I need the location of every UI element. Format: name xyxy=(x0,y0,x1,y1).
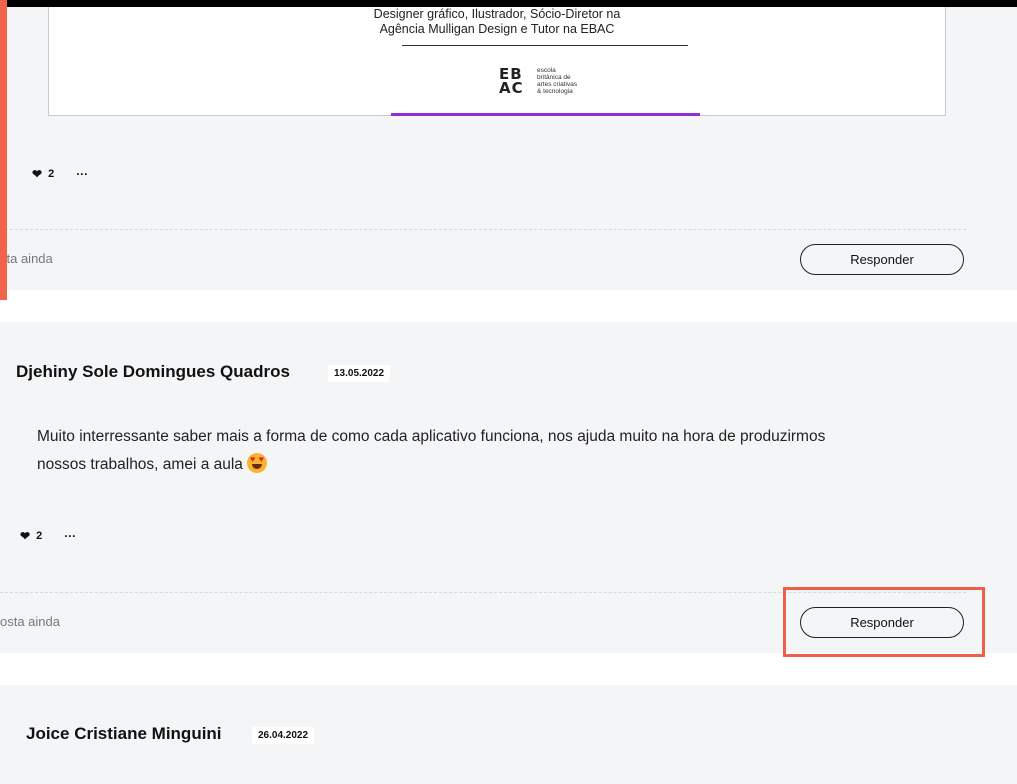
likes-count: 2 xyxy=(48,168,55,180)
reply-button[interactable]: Responder xyxy=(800,244,964,275)
ebac-logo: EB AC escola britânica de artes criativas… xyxy=(499,65,578,97)
heart-eyes-emoji xyxy=(246,453,267,473)
highlight-box xyxy=(783,587,985,657)
image-caption-line: Agência Mulligan Design e Tutor na EBAC xyxy=(379,22,615,36)
image-caption-line: Designer gráfico, Ilustrador, Sócio-Dire… xyxy=(373,7,621,21)
comment-author[interactable]: Joice Cristiane Minguini xyxy=(26,724,222,744)
top-bar xyxy=(0,0,1017,7)
comment-card: Designer gráfico, Ilustrador, Sócio-Dire… xyxy=(0,7,1017,290)
more-options-icon[interactable]: ··· xyxy=(64,529,76,543)
comment-text: Muito interressante saber mais a forma d… xyxy=(37,423,917,479)
heart-icon[interactable]: ❤ xyxy=(32,167,42,181)
likes-count: 2 xyxy=(36,530,43,542)
attached-image[interactable]: Designer gráfico, Ilustrador, Sócio-Dire… xyxy=(48,7,946,116)
likes-row: ❤ 2 ··· xyxy=(32,167,88,181)
no-replies-text: sta ainda xyxy=(0,251,53,266)
likes-row: ❤ 2 ··· xyxy=(20,529,76,543)
video-progress-bar[interactable] xyxy=(391,113,700,116)
heart-icon[interactable]: ❤ xyxy=(20,529,30,543)
accent-bar xyxy=(0,0,7,300)
image-divider xyxy=(402,45,688,46)
comment-date: 26.04.2022 xyxy=(252,727,315,744)
divider xyxy=(0,229,966,230)
comment-date: 13.05.2022 xyxy=(328,365,391,382)
comment-card: Joice Cristiane Minguini 26.04.2022 xyxy=(0,685,1017,784)
no-replies-text: osta ainda xyxy=(0,614,60,629)
more-options-icon[interactable]: ··· xyxy=(76,167,88,181)
comment-author[interactable]: Djehiny Sole Domingues Quadros xyxy=(16,362,290,382)
